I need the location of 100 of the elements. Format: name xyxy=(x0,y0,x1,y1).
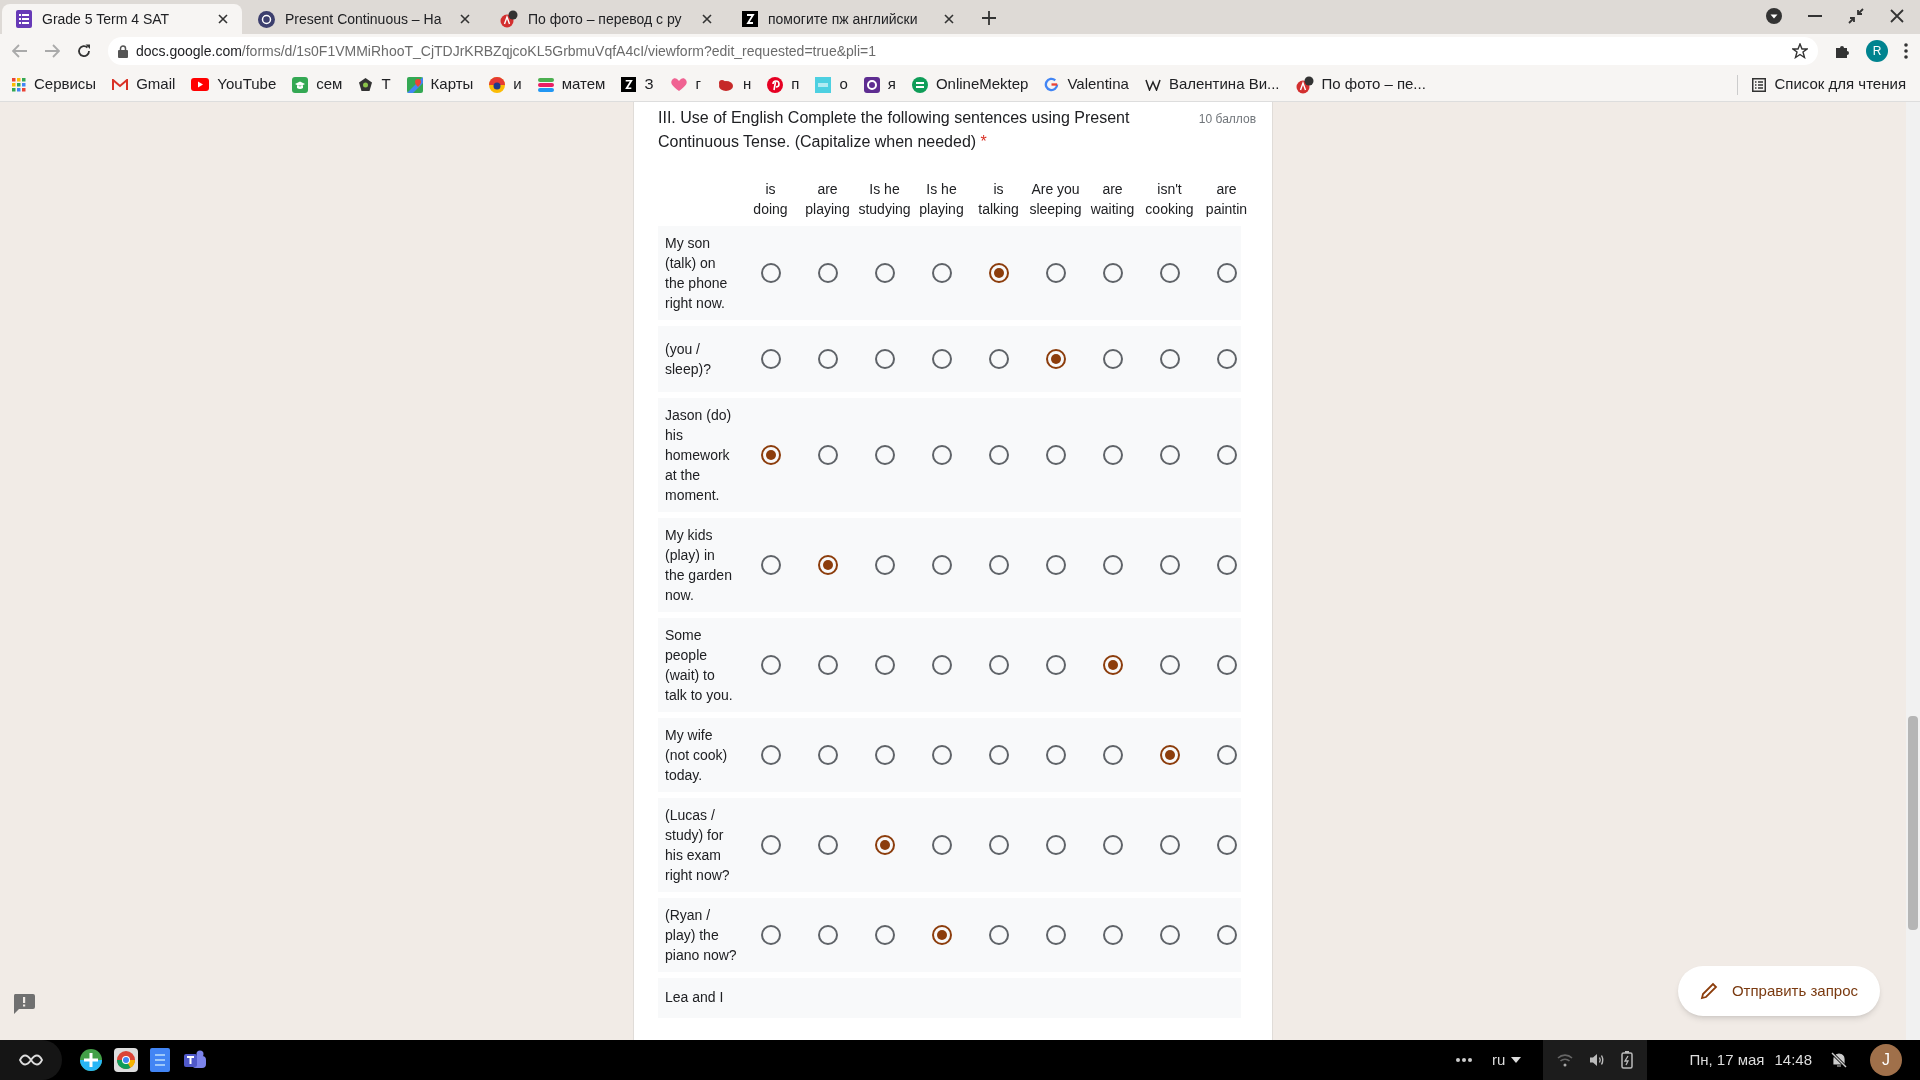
browser-tab[interactable]: Grade 5 Term 4 SAT xyxy=(2,4,242,34)
bookmark-item[interactable]: Valentina xyxy=(1044,73,1129,96)
bookmark-item[interactable]: Валентина Ви... xyxy=(1144,73,1280,96)
bell-off-icon[interactable] xyxy=(1830,1051,1848,1069)
radio-button[interactable] xyxy=(760,445,781,465)
feedback-button[interactable]: Отправить запрос xyxy=(1677,966,1880,1016)
user-avatar[interactable]: J xyxy=(1870,1044,1902,1076)
radio-button[interactable] xyxy=(874,655,895,675)
radio-button[interactable] xyxy=(817,835,838,855)
radio-button[interactable] xyxy=(760,349,781,369)
dropdown-icon[interactable] xyxy=(1766,8,1782,24)
radio-button[interactable] xyxy=(988,445,1009,465)
radio-button[interactable] xyxy=(1045,555,1066,575)
feedback-icon[interactable] xyxy=(13,994,35,1014)
radio-button[interactable] xyxy=(1159,925,1180,945)
radio-button[interactable] xyxy=(760,555,781,575)
radio-button[interactable] xyxy=(1102,655,1123,675)
radio-button[interactable] xyxy=(1216,555,1237,575)
radio-button[interactable] xyxy=(760,263,781,283)
language-selector[interactable]: ru xyxy=(1492,1048,1522,1072)
puzzle-icon[interactable] xyxy=(1834,43,1850,59)
radio-button[interactable] xyxy=(817,445,838,465)
close-icon[interactable] xyxy=(460,14,470,24)
bookmark-item[interactable]: и xyxy=(489,73,522,96)
restore-icon[interactable] xyxy=(1848,8,1864,24)
radio-button[interactable] xyxy=(874,445,895,465)
radio-button[interactable] xyxy=(988,925,1009,945)
radio-button[interactable] xyxy=(1102,745,1123,765)
radio-button[interactable] xyxy=(931,925,952,945)
bookmark-item[interactable]: Карты xyxy=(406,73,474,96)
radio-button[interactable] xyxy=(760,655,781,675)
radio-button[interactable] xyxy=(1159,555,1180,575)
radio-button[interactable] xyxy=(988,349,1009,369)
radio-button[interactable] xyxy=(1045,349,1066,369)
plus-app-icon[interactable] xyxy=(80,1049,102,1071)
scrollbar-thumb[interactable] xyxy=(1908,716,1918,930)
radio-button[interactable] xyxy=(1102,835,1123,855)
bookmark-item[interactable]: н xyxy=(717,73,752,96)
radio-button[interactable] xyxy=(1216,349,1237,369)
address-bar[interactable]: docs.google.com/forms/d/1s0F1VMMiRhooT_CjTDJrKRBZqjcoKL5GrbmuVqfA4cI/viewform?edit_requested=true&pli=1 xyxy=(108,37,1818,65)
reload-icon[interactable] xyxy=(76,43,92,59)
radio-button[interactable] xyxy=(874,555,895,575)
radio-button[interactable] xyxy=(760,745,781,765)
radio-button[interactable] xyxy=(817,745,838,765)
radio-button[interactable] xyxy=(874,835,895,855)
bookmark-item[interactable]: Сервисы xyxy=(12,73,97,96)
radio-button[interactable] xyxy=(931,655,952,675)
radio-button[interactable] xyxy=(1159,655,1180,675)
bookmark-item[interactable]: З xyxy=(621,73,654,96)
radio-button[interactable] xyxy=(988,263,1009,283)
radio-button[interactable] xyxy=(1216,745,1237,765)
browser-tab[interactable]: Present Continuous – Ha xyxy=(244,4,484,34)
radio-button[interactable] xyxy=(817,555,838,575)
radio-button[interactable] xyxy=(760,835,781,855)
bookmark-item[interactable]: Т xyxy=(358,73,391,96)
radio-button[interactable] xyxy=(1102,445,1123,465)
radio-button[interactable] xyxy=(1216,445,1237,465)
radio-button[interactable] xyxy=(988,655,1009,675)
radio-button[interactable] xyxy=(931,349,952,369)
radio-button[interactable] xyxy=(988,555,1009,575)
radio-button[interactable] xyxy=(817,349,838,369)
radio-button[interactable] xyxy=(931,745,952,765)
bookmark-item[interactable]: Gmail xyxy=(112,73,176,96)
radio-button[interactable] xyxy=(1045,835,1066,855)
radio-button[interactable] xyxy=(931,555,952,575)
radio-button[interactable] xyxy=(1216,263,1237,283)
radio-button[interactable] xyxy=(1102,555,1123,575)
radio-button[interactable] xyxy=(1045,263,1066,283)
document-app-icon[interactable] xyxy=(150,1048,170,1072)
bookmark-item[interactable]: п xyxy=(767,73,800,96)
more-menu-icon[interactable] xyxy=(1904,43,1908,59)
radio-button[interactable] xyxy=(1102,349,1123,369)
radio-button[interactable] xyxy=(931,445,952,465)
radio-button[interactable] xyxy=(874,745,895,765)
radio-button[interactable] xyxy=(1045,655,1066,675)
radio-button[interactable] xyxy=(1216,835,1237,855)
radio-button[interactable] xyxy=(760,925,781,945)
radio-button[interactable] xyxy=(874,925,895,945)
reading-list-button[interactable]: Список для чтения xyxy=(1752,73,1906,96)
browser-tab[interactable]: По фото – перевод с ру xyxy=(486,4,726,34)
more-icon[interactable] xyxy=(1456,1058,1473,1062)
browser-app-icon[interactable] xyxy=(114,1048,138,1072)
radio-button[interactable] xyxy=(874,349,895,369)
bookmark-item[interactable]: YouTube xyxy=(191,73,277,96)
bookmark-item[interactable]: г xyxy=(669,73,701,96)
bookmark-item[interactable]: я xyxy=(863,73,896,96)
launcher-icon[interactable] xyxy=(18,1053,44,1067)
close-icon[interactable] xyxy=(218,14,228,24)
status-tray[interactable] xyxy=(1543,1040,1648,1080)
radio-button[interactable] xyxy=(1159,835,1180,855)
radio-button[interactable] xyxy=(1159,349,1180,369)
radio-button[interactable] xyxy=(1159,263,1180,283)
close-icon[interactable] xyxy=(702,14,712,24)
browser-tab[interactable]: помогите пж английски xyxy=(728,4,968,34)
radio-button[interactable] xyxy=(931,835,952,855)
radio-button[interactable] xyxy=(988,745,1009,765)
radio-button[interactable] xyxy=(817,925,838,945)
radio-button[interactable] xyxy=(1045,745,1066,765)
new-tab-icon[interactable] xyxy=(982,11,996,25)
bookmark-item[interactable]: OnlineMektep xyxy=(911,73,1029,96)
